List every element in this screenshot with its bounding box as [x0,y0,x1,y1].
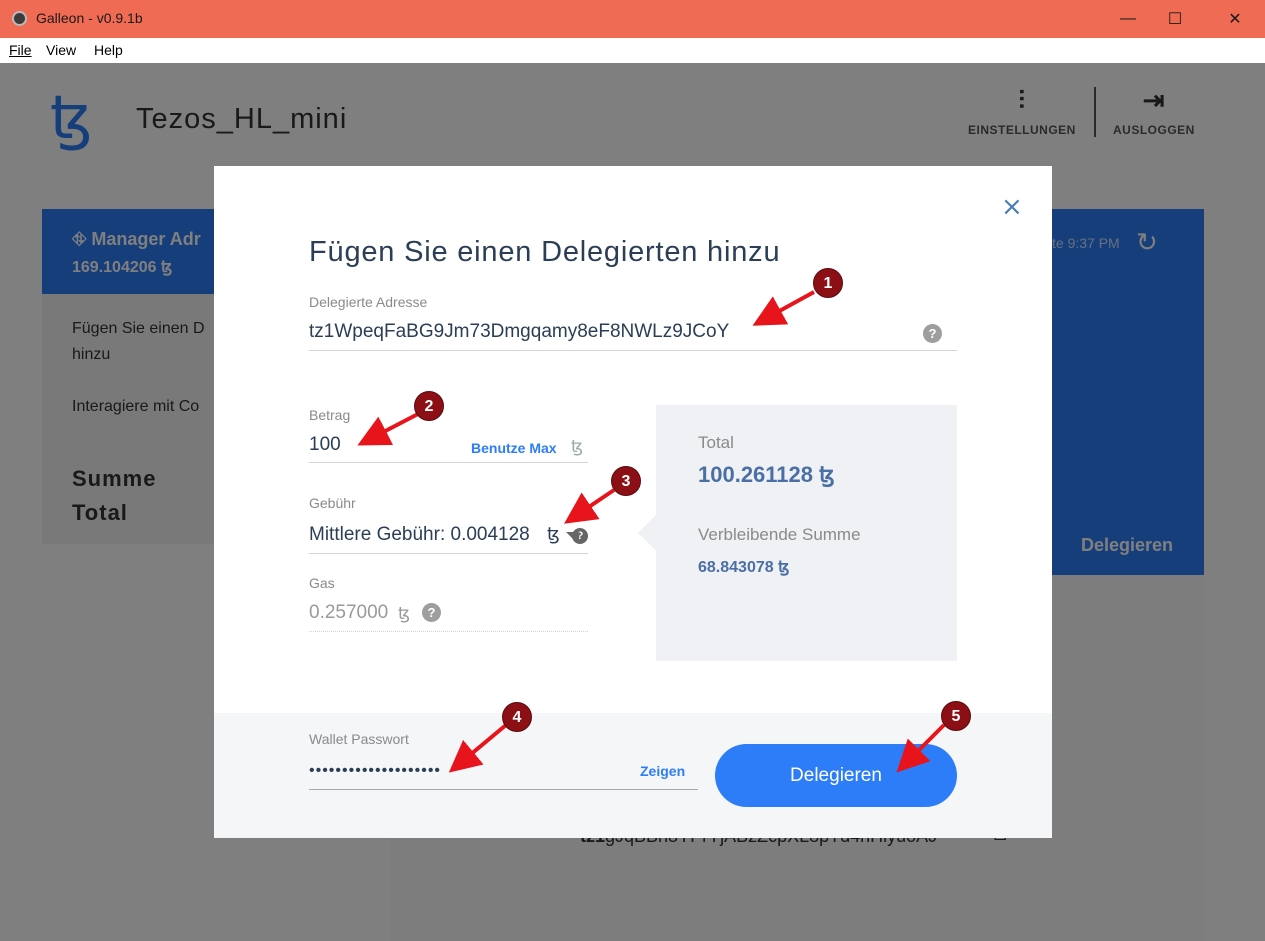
marker-5: 5 [941,701,971,731]
marker-4: 4 [502,702,532,732]
arrow-1 [752,290,815,326]
arrow-2 [357,412,419,446]
marker-2: 2 [414,391,444,421]
arrow-3 [564,488,616,524]
arrow-4 [448,723,508,773]
marker-3: 3 [611,466,641,496]
arrow-5 [896,723,946,773]
marker-1: 1 [813,268,843,298]
